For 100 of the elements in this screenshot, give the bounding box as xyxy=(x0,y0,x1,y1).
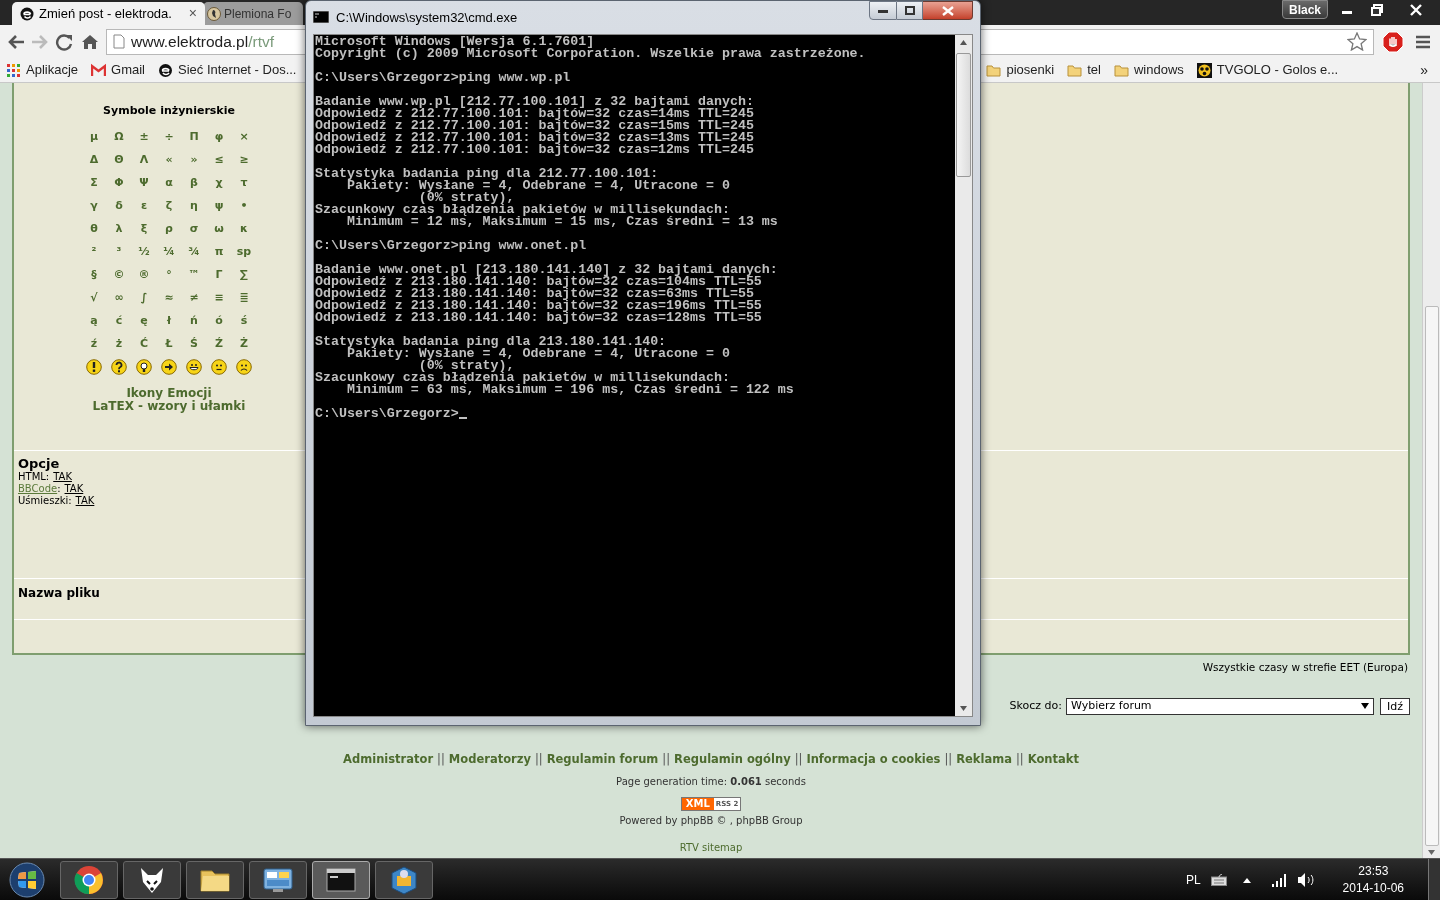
bookmark[interactable]: windows xyxy=(1113,60,1184,80)
symbol-link[interactable]: ć xyxy=(106,309,132,333)
bookmark[interactable]: tel xyxy=(1067,60,1101,80)
scroll-down-icon[interactable] xyxy=(960,706,967,711)
tray-expand-icon[interactable] xyxy=(1242,876,1251,883)
emoticon-icon[interactable] xyxy=(161,359,177,375)
taskbar-button[interactable] xyxy=(123,860,181,899)
scrollbar-thumb[interactable] xyxy=(956,53,971,177)
bookmark[interactable]: Gmail xyxy=(91,60,145,80)
go-button[interactable]: Idź xyxy=(1380,697,1410,715)
show-desktop-button[interactable] xyxy=(1428,859,1440,900)
close-tab-button[interactable]: × xyxy=(188,3,197,24)
console-scrollbar[interactable] xyxy=(955,35,972,716)
clock[interactable]: 23:53 2014-10-06 xyxy=(1342,862,1404,897)
symbol-link[interactable]: θ xyxy=(81,217,107,241)
symbol-link[interactable]: Λ xyxy=(131,148,157,172)
symbol-link[interactable]: ψ xyxy=(206,194,232,218)
sitemap-link[interactable]: RTV sitemap xyxy=(679,840,743,855)
footer-link[interactable]: Regulamin forum xyxy=(546,750,659,768)
symbol-link[interactable]: ξ xyxy=(131,217,157,241)
taskbar-button[interactable] xyxy=(186,860,244,899)
symbol-link[interactable]: √ xyxy=(81,286,107,310)
symbol-link[interactable]: ° xyxy=(156,263,182,287)
scrollbar-thumb[interactable] xyxy=(1424,306,1439,846)
emoticon-icon[interactable] xyxy=(211,359,227,375)
symbol-link[interactable]: ρ xyxy=(156,217,182,241)
symbol-link[interactable]: ó xyxy=(206,309,232,333)
symbol-link[interactable]: τ xyxy=(231,171,257,195)
symbol-link[interactable]: » xyxy=(181,148,207,172)
symbol-link[interactable]: κ xyxy=(231,217,257,241)
symbol-link[interactable]: ń xyxy=(181,309,207,333)
tab[interactable]: Plemiona Fo xyxy=(203,2,303,25)
footer-link[interactable]: Moderatorzy xyxy=(448,750,531,768)
tab[interactable]: Zmień post - elektroda. × xyxy=(12,2,205,25)
symbol-link[interactable]: Θ xyxy=(106,148,132,172)
symbol-link[interactable]: σ xyxy=(181,217,207,241)
more-bookmarks-button[interactable]: » xyxy=(1420,59,1428,81)
symbol-link[interactable]: § xyxy=(81,263,107,287)
symbol-link[interactable]: ³ xyxy=(106,240,132,264)
symbol-link[interactable]: ź xyxy=(81,332,107,356)
footer-link[interactable]: Administrator xyxy=(343,750,434,768)
symbol-link[interactable]: ² xyxy=(81,240,107,264)
symbol-link[interactable]: ½ xyxy=(131,240,157,264)
symbol-link[interactable]: ą xyxy=(81,309,107,333)
symbol-link[interactable]: χ xyxy=(206,171,232,195)
scroll-up-icon[interactable] xyxy=(960,40,967,45)
symbol-link[interactable]: ≤ xyxy=(206,148,232,172)
symbol-link[interactable]: ł xyxy=(156,309,182,333)
symbol-link[interactable]: β xyxy=(181,171,207,195)
minimize-button[interactable] xyxy=(869,1,897,20)
symbol-link[interactable]: ÷ xyxy=(156,125,182,149)
bookmark[interactable]: Sieć Internet - Dos... xyxy=(158,60,297,80)
footer-link[interactable]: Regulamin ogólny xyxy=(674,750,791,768)
symbol-link[interactable]: Ź xyxy=(206,332,232,356)
back-icon[interactable] xyxy=(6,32,26,51)
symbol-link[interactable]: φ xyxy=(206,125,232,149)
page-scrollbar[interactable] xyxy=(1422,83,1440,858)
start-button[interactable] xyxy=(7,859,47,900)
bookmark[interactable]: Aplikacje xyxy=(6,60,79,80)
link[interactable]: Ikony Emocji xyxy=(126,386,212,400)
symbol-link[interactable]: • xyxy=(231,194,257,218)
link[interactable]: TAK xyxy=(64,483,84,495)
symbol-link[interactable]: ¼ xyxy=(156,240,182,264)
symbol-link[interactable]: ± xyxy=(131,125,157,149)
symbol-link[interactable]: « xyxy=(156,148,182,172)
symbol-link[interactable]: sp xyxy=(231,240,257,264)
link[interactable]: LaTEX - wzory i ułamki xyxy=(92,399,246,413)
symbol-link[interactable]: ≥ xyxy=(231,148,257,172)
emoticon-icon[interactable] xyxy=(136,359,152,375)
symbol-link[interactable]: Ω xyxy=(106,125,132,149)
symbol-link[interactable]: Ż xyxy=(231,332,257,356)
signal-icon[interactable] xyxy=(1270,872,1287,887)
emoticon-icon[interactable] xyxy=(236,359,252,375)
symbol-link[interactable]: ę xyxy=(131,309,157,333)
taskbar-button[interactable] xyxy=(60,860,118,899)
symbol-link[interactable]: × xyxy=(231,125,257,149)
taskbar-button[interactable] xyxy=(375,860,433,899)
symbol-link[interactable]: λ xyxy=(106,217,132,241)
stop-hand-icon[interactable] xyxy=(1382,30,1404,53)
taskbar-button[interactable] xyxy=(249,860,307,899)
symbol-link[interactable]: α xyxy=(156,171,182,195)
close-window-button[interactable] xyxy=(923,1,973,20)
symbol-link[interactable]: ® xyxy=(131,263,157,287)
keyboard-icon[interactable] xyxy=(1210,873,1227,886)
symbol-link[interactable]: ż xyxy=(106,332,132,356)
symbol-link[interactable]: Ś xyxy=(181,332,207,356)
symbol-link[interactable]: ≣ xyxy=(231,286,257,310)
profile-badge[interactable]: Black xyxy=(1281,0,1328,19)
forum-select[interactable]: Wybierz forum xyxy=(1066,697,1374,715)
symbol-link[interactable]: Γ xyxy=(206,263,232,287)
emoticon-icon[interactable] xyxy=(186,359,202,375)
symbol-link[interactable]: Σ xyxy=(81,171,107,195)
symbol-link[interactable]: ≡ xyxy=(206,286,232,310)
symbol-link[interactable]: ≈ xyxy=(156,286,182,310)
language-indicator[interactable]: PL xyxy=(1185,870,1201,889)
symbol-link[interactable]: ∑ xyxy=(231,263,257,287)
symbol-link[interactable]: ∞ xyxy=(106,286,132,310)
symbol-link[interactable]: © xyxy=(106,263,132,287)
symbol-link[interactable]: Ł xyxy=(156,332,182,356)
bookmark[interactable]: piosenki xyxy=(986,60,1055,80)
